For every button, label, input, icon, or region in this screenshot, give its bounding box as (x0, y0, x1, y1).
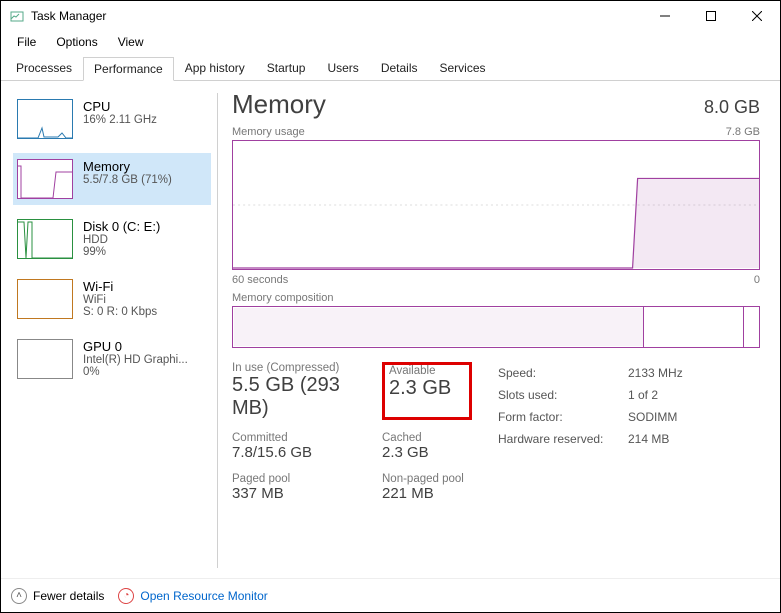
menu-file[interactable]: File (7, 33, 46, 51)
memory-thumbnail (17, 159, 73, 199)
sidebar-item-sub: 5.5/7.8 GB (71%) (83, 174, 172, 186)
sidebar-item-memory[interactable]: Memory 5.5/7.8 GB (71%) (13, 153, 211, 205)
sidebar-item-sub2: 0% (83, 366, 188, 378)
resource-monitor-icon: ◔ (118, 588, 134, 604)
speed-label: Speed: (498, 362, 628, 384)
slots-value: 1 of 2 (628, 384, 658, 406)
disk-thumbnail (17, 219, 73, 259)
inuse-value: 5.5 GB (293 MB) (232, 374, 382, 420)
sidebar-item-sub2: S: 0 R: 0 Kbps (83, 306, 157, 318)
memory-capacity: 8.0 GB (704, 97, 760, 118)
available-label: Available (389, 365, 465, 377)
gpu-thumbnail (17, 339, 73, 379)
sidebar-item-sub2: 99% (83, 246, 160, 258)
composition-label: Memory composition (232, 292, 760, 304)
window-title: Task Manager (31, 9, 106, 23)
nonpaged-value: 221 MB (382, 485, 472, 502)
tab-processes[interactable]: Processes (5, 56, 83, 80)
app-icon (9, 8, 25, 24)
nonpaged-label: Non-paged pool (382, 473, 472, 485)
reserved-label: Hardware reserved: (498, 428, 628, 450)
sidebar-item-sub: WiFi (83, 294, 157, 306)
tab-startup[interactable]: Startup (256, 56, 317, 80)
reserved-value: 214 MB (628, 428, 669, 450)
sidebar-item-label: GPU 0 (83, 339, 188, 354)
committed-value: 7.8/15.6 GB (232, 444, 382, 461)
axis-left: 60 seconds (232, 274, 288, 286)
open-resource-monitor-link[interactable]: ◔ Open Resource Monitor (118, 588, 267, 604)
sidebar-item-gpu[interactable]: GPU 0 Intel(R) HD Graphi... 0% (13, 333, 211, 385)
sidebar-item-wifi[interactable]: Wi-Fi WiFi S: 0 R: 0 Kbps (13, 273, 211, 325)
committed-label: Committed (232, 432, 382, 444)
tab-details[interactable]: Details (370, 56, 429, 80)
memory-stats: In use (Compressed) 5.5 GB (293 MB) Avai… (232, 362, 760, 502)
sidebar-item-sub: 16% 2.11 GHz (83, 114, 157, 126)
memory-composition-chart[interactable] (232, 306, 760, 348)
performance-body: CPU 16% 2.11 GHz Memory 5.5/7.8 GB (71%)… (1, 81, 780, 580)
available-highlight: Available 2.3 GB (382, 362, 472, 420)
fewer-details-button[interactable]: ˄ Fewer details (11, 588, 104, 604)
main-panel: Memory 8.0 GB Memory usage 7.8 GB 60 sec… (232, 81, 780, 580)
sidebar-item-label: CPU (83, 99, 157, 114)
sidebar-item-disk[interactable]: Disk 0 (C: E:) HDD 99% (13, 213, 211, 265)
minimize-button[interactable] (642, 1, 688, 31)
paged-value: 337 MB (232, 485, 382, 502)
paged-label: Paged pool (232, 473, 382, 485)
tab-users[interactable]: Users (316, 56, 369, 80)
axis-right: 0 (754, 274, 760, 286)
form-value: SODIMM (628, 406, 677, 428)
open-resource-monitor-label: Open Resource Monitor (140, 589, 267, 603)
tab-performance[interactable]: Performance (83, 57, 174, 81)
sidebar-item-cpu[interactable]: CPU 16% 2.11 GHz (13, 93, 211, 145)
sidebar-item-sub: HDD (83, 234, 160, 246)
form-label: Form factor: (498, 406, 628, 428)
usage-chart-label: Memory usage (232, 126, 305, 138)
footer: ˄ Fewer details ◔ Open Resource Monitor (1, 578, 780, 612)
menu-options[interactable]: Options (46, 33, 107, 51)
sidebar-item-label: Disk 0 (C: E:) (83, 219, 160, 234)
available-value: 2.3 GB (389, 377, 465, 400)
sidebar-item-sub: Intel(R) HD Graphi... (83, 354, 188, 366)
menubar: File Options View (1, 31, 780, 53)
memory-usage-chart[interactable] (232, 140, 760, 270)
tab-services[interactable]: Services (429, 56, 497, 80)
speed-value: 2133 MHz (628, 362, 683, 384)
vertical-divider (217, 93, 218, 568)
maximize-button[interactable] (688, 1, 734, 31)
menu-view[interactable]: View (108, 33, 154, 51)
usage-chart-max: 7.8 GB (726, 126, 760, 138)
slots-label: Slots used: (498, 384, 628, 406)
resource-sidebar: CPU 16% 2.11 GHz Memory 5.5/7.8 GB (71%)… (1, 81, 215, 580)
close-button[interactable] (734, 1, 780, 31)
cached-value: 2.3 GB (382, 444, 472, 461)
chevron-up-icon: ˄ (11, 588, 27, 604)
wifi-thumbnail (17, 279, 73, 319)
window-controls (642, 1, 780, 31)
memory-specs: Speed:2133 MHz Slots used:1 of 2 Form fa… (498, 362, 683, 502)
sidebar-item-label: Memory (83, 159, 172, 174)
fewer-details-label: Fewer details (33, 589, 104, 603)
tab-apphistory[interactable]: App history (174, 56, 256, 80)
cached-label: Cached (382, 432, 472, 444)
page-title: Memory (232, 89, 326, 120)
sidebar-item-label: Wi-Fi (83, 279, 157, 294)
titlebar: Task Manager (1, 1, 780, 31)
inuse-label: In use (Compressed) (232, 362, 382, 374)
tabbar: Processes Performance App history Startu… (1, 55, 780, 81)
cpu-thumbnail (17, 99, 73, 139)
